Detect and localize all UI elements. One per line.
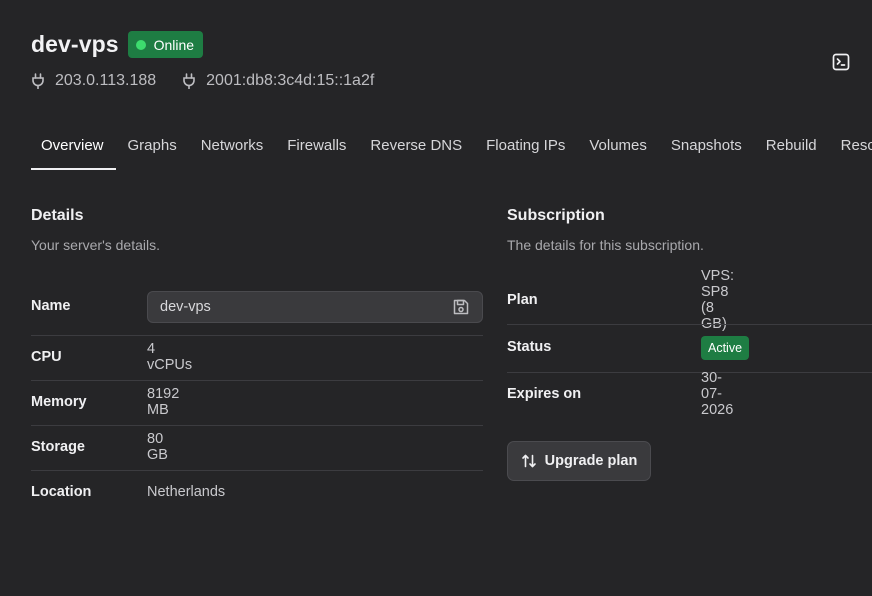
detail-row-cpu: CPU 4 vCPUs	[31, 341, 192, 373]
plug-icon	[32, 73, 44, 89]
tab-rebuild[interactable]: Rebuild	[754, 120, 829, 170]
tab-networks[interactable]: Networks	[189, 120, 276, 170]
server-overview-page: dev-vps Online 203.0.113.188 2001:db8:3c…	[0, 0, 872, 596]
tab-reverse-dns[interactable]: Reverse DNS	[358, 120, 474, 170]
server-header: dev-vps Online	[31, 31, 204, 58]
details-divider	[31, 380, 483, 381]
memory-value: 8192 MB	[147, 386, 180, 418]
ip-addresses: 203.0.113.188 2001:db8:3c4d:15::1a2f	[31, 72, 374, 90]
subscription-title: Subscription	[507, 207, 605, 224]
ipv4-text: 203.0.113.188	[55, 72, 157, 89]
active-status-badge: Active	[701, 336, 750, 360]
detail-row-storage: Storage 80 GB	[31, 431, 168, 463]
details-subtitle: Your server's details.	[31, 237, 160, 253]
subscription-divider	[507, 372, 872, 373]
subscription-subtitle: The details for this subscription.	[507, 237, 704, 253]
status-dot	[135, 39, 146, 50]
tab-floating-ips[interactable]: Floating IPs	[474, 120, 577, 170]
detail-row-location: Location Netherlands	[31, 484, 225, 500]
subscription-row-status: Status	[507, 339, 551, 355]
server-name-field	[147, 291, 483, 323]
save-icon	[453, 299, 469, 315]
plug-icon	[183, 73, 195, 89]
server-name-title: dev-vps	[31, 31, 119, 57]
name-label: Name	[31, 298, 71, 314]
storage-label: Storage	[31, 439, 85, 455]
tab-overview[interactable]: Overview	[31, 120, 116, 170]
plan-label: Plan	[507, 292, 538, 308]
details-divider	[31, 470, 483, 471]
ipv4-address[interactable]: 203.0.113.188	[31, 72, 156, 90]
cpu-label: CPU	[31, 349, 62, 365]
details-title: Details	[31, 207, 84, 224]
expires-label: Expires on	[507, 386, 582, 402]
storage-value: 80 GB	[147, 431, 168, 463]
server-tabs: Overview Graphs Networks Firewalls Rever…	[31, 120, 872, 170]
plan-value: VPS: SP8 (8 GB)	[701, 268, 735, 332]
arrows-up-down-icon	[521, 454, 536, 468]
details-divider	[31, 425, 483, 426]
tab-graphs[interactable]: Graphs	[116, 120, 189, 170]
online-status-badge: Online	[127, 31, 204, 58]
memory-label: Memory	[31, 394, 87, 410]
ipv6-text: 2001:db8:3c4d:15::1a2f	[206, 72, 375, 89]
status-label: Status	[507, 339, 552, 355]
expires-value: 30-07-2026	[701, 370, 734, 418]
location-value: Netherlands	[147, 484, 226, 500]
cpu-value: 4 vCPUs	[147, 341, 193, 373]
detail-row-name: Name	[31, 298, 71, 314]
tab-volumes[interactable]: Volumes	[577, 120, 659, 170]
server-name-input[interactable]	[148, 292, 446, 322]
tab-snapshots[interactable]: Snapshots	[659, 120, 754, 170]
details-divider	[31, 335, 483, 336]
tab-firewalls[interactable]: Firewalls	[275, 120, 358, 170]
subscription-row-expires: Expires on 30-07-2026	[507, 370, 733, 418]
upgrade-plan-button[interactable]: Upgrade plan	[507, 441, 651, 481]
console-button[interactable]	[829, 50, 853, 74]
terminal-icon	[832, 53, 850, 71]
subscription-divider	[507, 324, 872, 325]
online-status-label: Online	[153, 36, 195, 53]
detail-row-memory: Memory 8192 MB	[31, 386, 179, 418]
save-name-button[interactable]	[446, 292, 476, 322]
upgrade-plan-label: Upgrade plan	[544, 453, 638, 469]
tab-rescue[interactable]: Rescue	[829, 120, 872, 170]
subscription-row-plan: Plan VPS: SP8 (8 GB)	[507, 268, 734, 332]
location-label: Location	[31, 484, 92, 500]
ipv6-address[interactable]: 2001:db8:3c4d:15::1a2f	[182, 72, 374, 90]
